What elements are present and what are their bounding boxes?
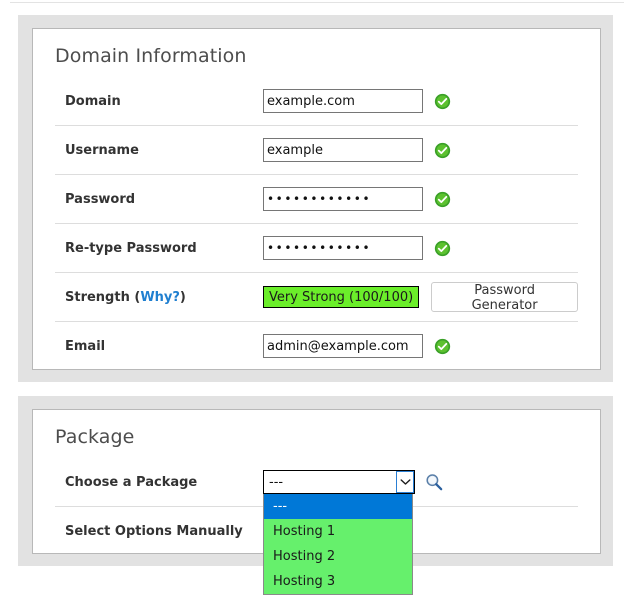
- email-label: Email: [65, 338, 106, 354]
- password-field-group: [263, 187, 451, 211]
- package-title: Package: [55, 426, 135, 448]
- choose-package-field-group: --- --- Hosting 1 Hosting 2 Hosting 3: [263, 470, 443, 595]
- green-check-icon: [434, 93, 451, 109]
- package-section: Package Choose a Package --- --- Hosting…: [18, 396, 613, 595]
- page-top-divider: [10, 2, 624, 3]
- form-row-email: Email: [55, 322, 578, 370]
- username-label: Username: [65, 142, 139, 158]
- form-row-choose-package: Choose a Package --- --- Hosting 1 Hosti…: [55, 458, 578, 595]
- dropdown-option-1[interactable]: Hosting 1: [264, 519, 412, 544]
- choose-package-label: Choose a Package: [65, 474, 198, 490]
- password-label: Password: [65, 191, 136, 207]
- domain-information-section: Domain Information Domain Username: [18, 15, 613, 382]
- magnifier-icon[interactable]: [425, 473, 443, 491]
- chevron-down-icon[interactable]: [396, 471, 414, 493]
- retype-password-label: Re-type Password: [65, 240, 197, 256]
- strength-label-suffix: ): [179, 289, 186, 305]
- green-check-icon: [434, 338, 451, 354]
- form-row-domain: Domain: [55, 77, 578, 126]
- domain-information-rows: Domain Username: [33, 77, 600, 370]
- form-row-password: Password: [55, 175, 578, 224]
- password-strength-badge: Very Strong (100/100): [263, 286, 420, 308]
- strength-label: Strength (Why?): [55, 290, 263, 305]
- why-link[interactable]: Why?: [140, 290, 180, 305]
- retype-password-field-group: [263, 236, 451, 260]
- username-field-group: [263, 138, 451, 162]
- package-select[interactable]: ---: [263, 470, 415, 494]
- green-check-icon: [434, 191, 451, 207]
- retype-password-input[interactable]: [263, 236, 423, 260]
- package-dropdown-list[interactable]: --- Hosting 1 Hosting 2 Hosting 3: [263, 494, 413, 595]
- domain-information-title: Domain Information: [55, 45, 247, 67]
- password-input[interactable]: [263, 187, 423, 211]
- email-field-group: [263, 334, 451, 358]
- green-check-icon: [434, 142, 451, 158]
- package-select-value: ---: [269, 474, 284, 490]
- form-row-username: Username: [55, 126, 578, 175]
- password-generator-button[interactable]: Password Generator: [431, 282, 578, 313]
- dropdown-option-2[interactable]: Hosting 2: [264, 544, 412, 569]
- dropdown-option-0[interactable]: ---: [264, 494, 412, 519]
- strength-label-prefix: Strength (: [65, 289, 141, 305]
- domain-input[interactable]: [263, 89, 423, 113]
- form-row-strength: Strength (Why?) Very Strong (100/100) Pa…: [55, 273, 578, 322]
- username-input[interactable]: [263, 138, 423, 162]
- domain-field-group: [263, 89, 451, 113]
- dropdown-option-3[interactable]: Hosting 3: [264, 569, 412, 594]
- domain-information-panel: Domain Information Domain Username: [32, 28, 601, 370]
- domain-label: Domain: [65, 93, 121, 109]
- green-check-icon: [434, 240, 451, 256]
- email-input[interactable]: [263, 334, 423, 358]
- package-panel: Package Choose a Package --- --- Hosting…: [32, 409, 601, 595]
- form-row-retype-password: Re-type Password: [55, 224, 578, 273]
- package-select-wrapper: --- --- Hosting 1 Hosting 2 Hosting 3: [263, 470, 415, 595]
- package-rows: Choose a Package --- --- Hosting 1 Hosti…: [33, 458, 600, 595]
- strength-field-group: Very Strong (100/100) Password Generator: [263, 282, 578, 313]
- select-options-manually-label: Select Options Manually: [65, 523, 243, 539]
